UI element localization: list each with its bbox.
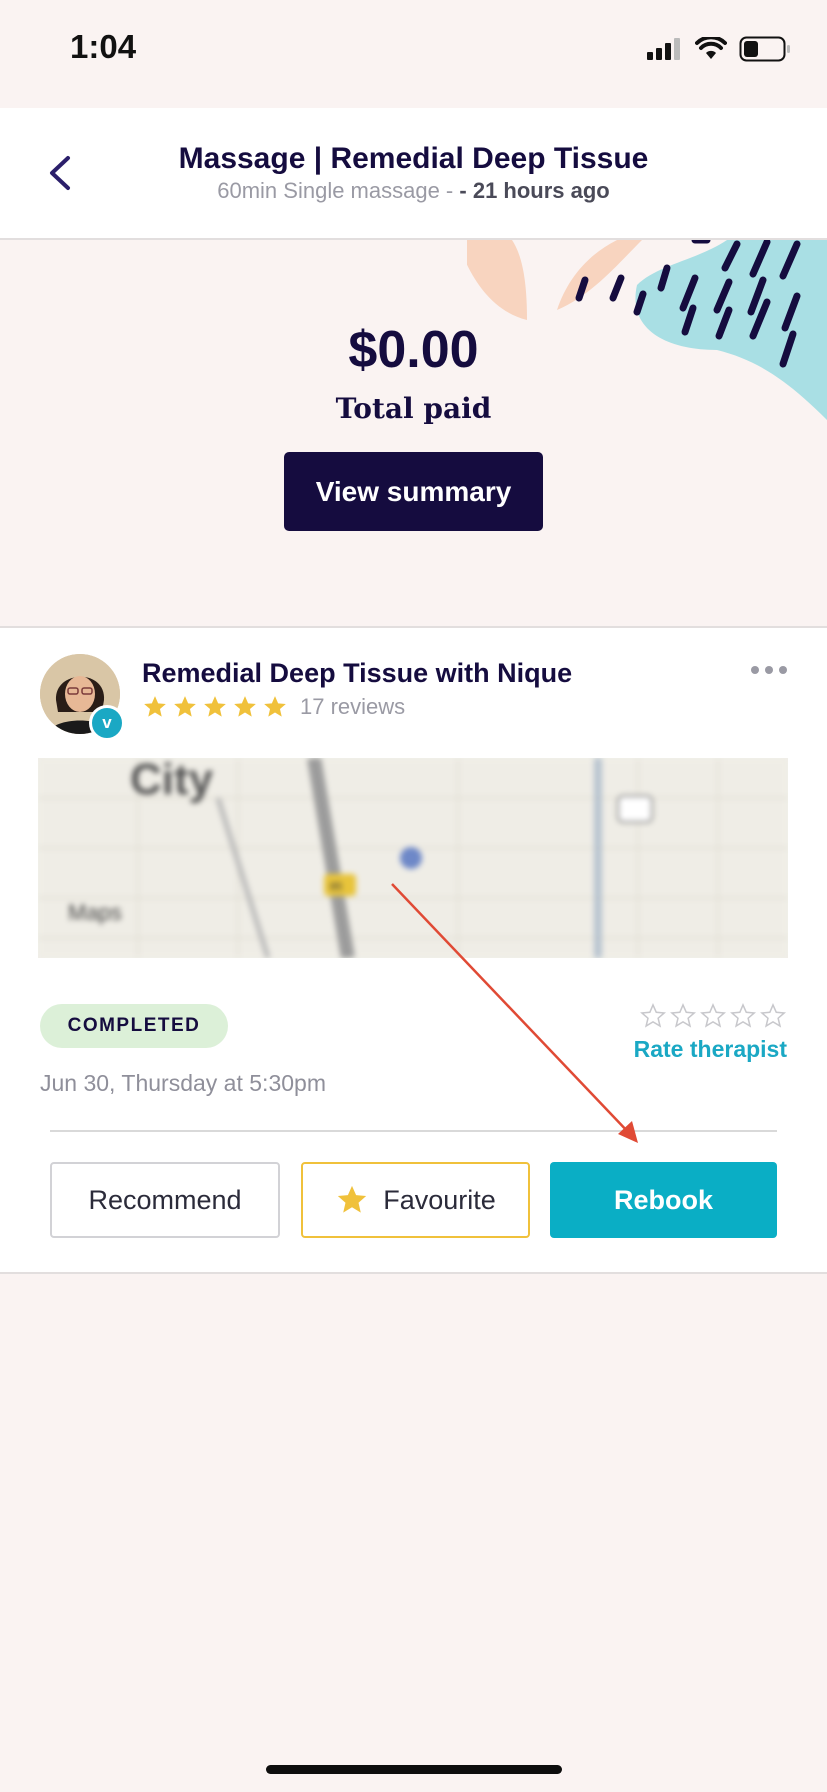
verified-badge: v (89, 705, 125, 741)
rating-stars: 17 reviews (142, 694, 405, 720)
status-badge: COMPLETED (40, 1004, 228, 1048)
recommend-button[interactable]: Recommend (50, 1162, 280, 1238)
star-icon (204, 696, 226, 717)
star-outline-icon[interactable] (669, 1002, 697, 1030)
map-graphic: City Maps 85 (38, 758, 788, 958)
rebook-button[interactable]: Rebook (550, 1162, 777, 1238)
divider (50, 1130, 777, 1132)
star-outline-icon[interactable] (699, 1002, 727, 1030)
page-title: Massage | Remedial Deep Tissue (178, 142, 649, 175)
total-amount: $0.00 (348, 321, 479, 379)
view-summary-button[interactable]: View summary (284, 452, 543, 531)
home-indicator[interactable] (266, 1765, 562, 1774)
payment-summary: $0.00 Total paid View summary (0, 240, 827, 626)
booking-date: Jun 30, Thursday at 5:30pm (40, 1070, 326, 1096)
header: Massage | Remedial Deep Tissue 60min Sin… (0, 108, 827, 240)
booking-card: v Remedial Deep Tissue with Nique 17 rev… (0, 626, 827, 1274)
total-paid-label: Total paid (335, 392, 492, 425)
more-options-icon[interactable] (751, 666, 787, 674)
star-outline-icon[interactable] (639, 1002, 667, 1030)
route-marker: 85 (330, 881, 342, 893)
favourite-button[interactable]: Favourite (301, 1162, 530, 1238)
time-ago: - 21 hours ago (459, 178, 610, 203)
service-detail: 60min Single massage - (217, 178, 454, 203)
favourite-label: Favourite (383, 1184, 496, 1215)
therapist-title[interactable]: Remedial Deep Tissue with Nique (142, 658, 572, 689)
page-subtitle: 60min Single massage - - 21 hours ago (0, 178, 827, 204)
status-bar: 1:04 (0, 0, 827, 108)
status-time: 1:04 (70, 28, 137, 65)
star-outline-icon[interactable] (729, 1002, 757, 1030)
star-icon (264, 696, 286, 717)
battery-icon (739, 36, 790, 62)
wifi-icon (695, 37, 727, 59)
star-outline-icon[interactable] (759, 1002, 787, 1030)
signal-icon (647, 38, 680, 60)
star-icon (174, 696, 196, 717)
star-icon (144, 696, 166, 717)
location-map[interactable]: City Maps 85 (38, 758, 788, 958)
rate-stars[interactable] (639, 1002, 787, 1030)
rate-therapist-link[interactable]: Rate therapist (634, 1036, 787, 1063)
map-city-label: City (130, 758, 214, 804)
star-icon (234, 696, 256, 717)
status-icons (647, 36, 791, 62)
maps-attribution: Maps (68, 900, 122, 925)
reviews-count[interactable]: 17 reviews (300, 694, 405, 720)
star-icon (338, 1185, 367, 1213)
